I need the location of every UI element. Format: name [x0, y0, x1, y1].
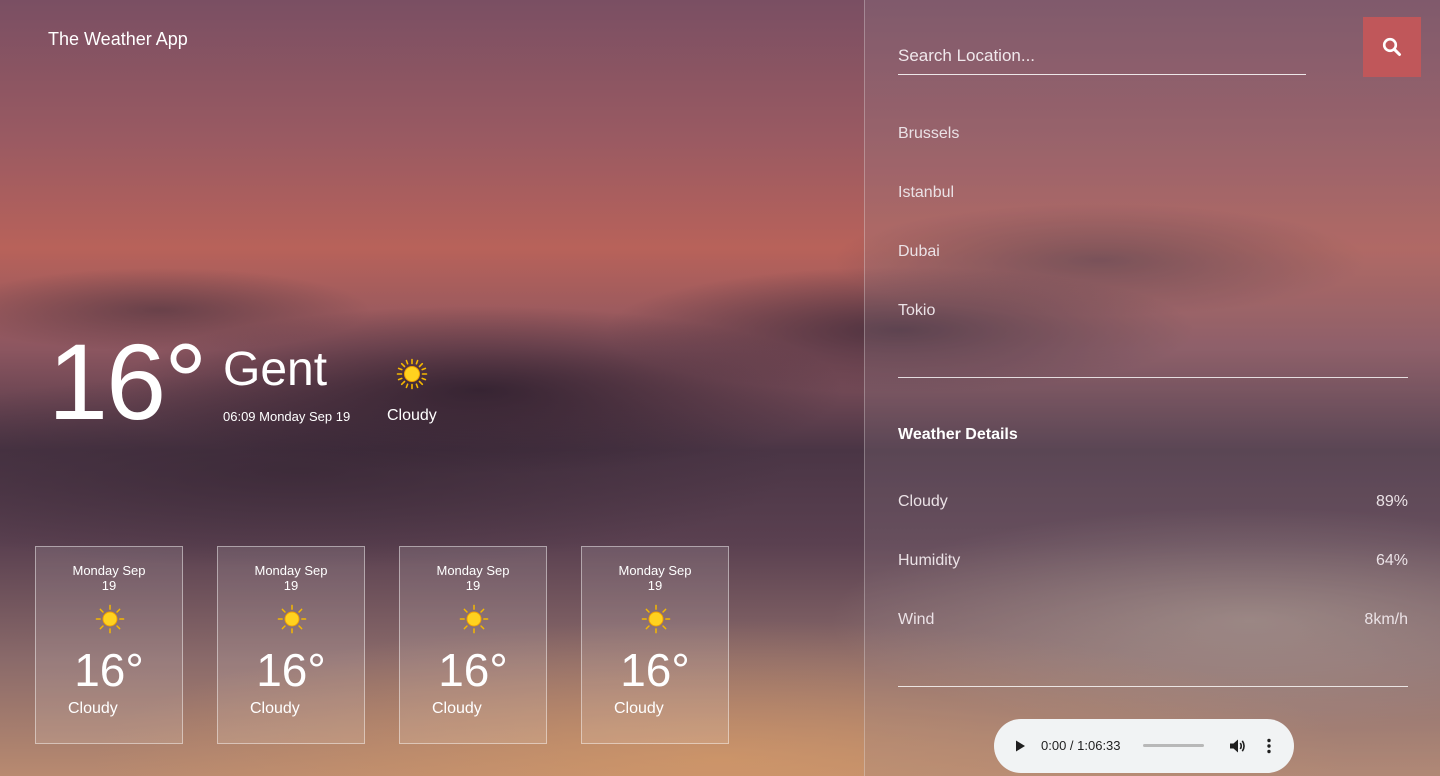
search-button[interactable] [1363, 17, 1421, 77]
sun-icon [641, 604, 671, 634]
forecast-date: Monday Sep 19 [618, 563, 692, 593]
sun-icon [459, 604, 489, 634]
detail-label: Wind [898, 611, 935, 628]
divider [898, 377, 1408, 378]
audio-time: 0:00 / 1:06:33 [1041, 738, 1121, 753]
audio-player: 0:00 / 1:06:33 [994, 719, 1294, 773]
sun-icon [396, 358, 428, 390]
search-icon [1382, 37, 1401, 56]
forecast-card: Monday Sep 19 16° Cloudy [399, 546, 547, 744]
detail-value: 8km/h [1364, 611, 1408, 628]
play-icon[interactable] [1012, 738, 1028, 754]
volume-icon[interactable] [1227, 736, 1247, 756]
audio-progress-slider[interactable] [1143, 744, 1204, 747]
detail-value: 64% [1375, 552, 1408, 569]
search-input[interactable] [898, 38, 1306, 75]
sun-icon [95, 604, 125, 634]
forecast-card: Monday Sep 19 16° Cloudy [581, 546, 729, 744]
current-datetime: 06:09 Monday Sep 19 [223, 409, 351, 424]
forecast-date: Monday Sep 19 [436, 563, 510, 593]
detail-label: Humidity [898, 552, 961, 569]
detail-value: 89% [1375, 493, 1408, 510]
current-temperature: 16° [48, 321, 207, 442]
forecast-temperature: 16° [620, 644, 690, 696]
divider [898, 686, 1408, 687]
current-city: Gent [223, 343, 328, 396]
weather-details-title: Weather Details [898, 426, 1018, 443]
city-item-dubai[interactable]: Dubai [898, 243, 940, 261]
sun-icon [277, 604, 307, 634]
forecast-condition: Cloudy [250, 700, 300, 717]
forecast-temperature: 16° [438, 644, 508, 696]
city-item-tokio[interactable]: Tokio [898, 302, 935, 320]
city-item-istanbul[interactable]: Istanbul [898, 184, 954, 202]
forecast-condition: Cloudy [614, 700, 664, 717]
forecast-date: Monday Sep 19 [254, 563, 328, 593]
app-title: The Weather App [48, 29, 188, 49]
forecast-card: Monday Sep 19 16° Cloudy [217, 546, 365, 744]
city-item-brussels[interactable]: Brussels [898, 125, 959, 143]
detail-label: Cloudy [898, 493, 948, 510]
forecast-temperature: 16° [256, 644, 326, 696]
forecast-date: Monday Sep 19 [72, 563, 146, 593]
forecast-card: Monday Sep 19 16° Cloudy [35, 546, 183, 744]
sidebar-panel: Brussels Istanbul Dubai Tokio Weather De… [864, 0, 1440, 776]
forecast-temperature: 16° [74, 644, 144, 696]
current-condition: Cloudy [387, 407, 437, 424]
more-options-icon[interactable] [1259, 736, 1279, 756]
forecast-condition: Cloudy [68, 700, 118, 717]
forecast-condition: Cloudy [432, 700, 482, 717]
